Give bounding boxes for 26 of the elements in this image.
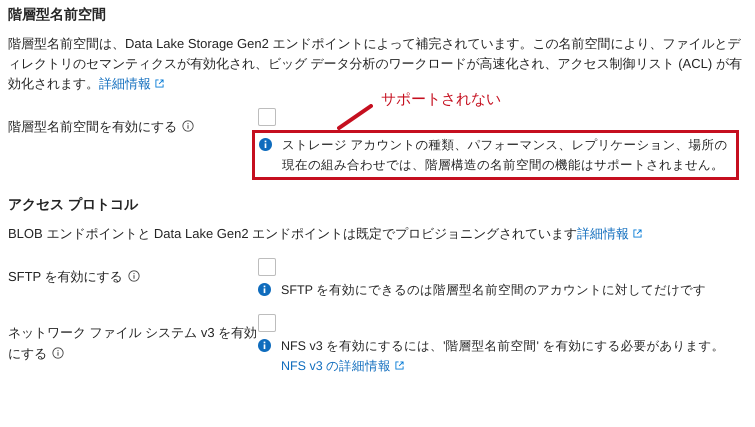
setting-label: 階層型名前空間を有効にする [8, 119, 194, 134]
info-icon [258, 283, 271, 296]
external-link-icon [395, 361, 404, 370]
checkbox[interactable] [258, 108, 276, 126]
info-message: ストレージ アカウントの種類、パフォーマンス、レプリケーション、場所の現在の組み合わせでは、階層構造の名前空間の機能はサポートされません。 [282, 137, 728, 174]
checkbox[interactable] [258, 314, 276, 332]
section-description: 階層型名前空間は、Data Lake Storage Gen2 エンドポイントによって補完されています。この名前空間により、ファイルとディレクトリのセマンティクスが有効化され、ビッグ データ分析のワークロードが高速化され、アクセス制御リスト (ACL) が有効化されます。詳細情報 [8, 35, 743, 92]
section-heading: 階層型名前空間 [8, 5, 107, 24]
learn-more-link[interactable]: 詳細情報 [577, 226, 642, 241]
section-description: BLOB エンドポイントと Data Lake Gen2 エンドポイントは既定でプロビジョニングされています詳細情報 [8, 224, 743, 244]
learn-more-link[interactable]: 詳細情報 [99, 76, 164, 91]
info-icon [128, 270, 140, 282]
learn-more-link[interactable]: NFS v3 の詳細情報 [281, 359, 404, 373]
info-icon [182, 120, 194, 132]
section-heading: アクセス プロトコル [8, 195, 140, 214]
external-link-icon [155, 79, 164, 88]
checkbox[interactable] [258, 258, 276, 276]
setting-label: ネットワーク ファイル システム v3 を有効にする [8, 325, 258, 361]
info-icon [52, 347, 64, 359]
callout-text: サポートされない [381, 90, 501, 109]
setting-label: SFTP を有効にする [8, 269, 140, 284]
external-link-icon [633, 229, 642, 238]
info-icon [258, 339, 271, 352]
info-icon [259, 138, 272, 151]
info-message: NFS v3 を有効にするには、'階層型名前空間' を有効にする必要があります。 NFS v3 の詳細情報 [281, 338, 726, 375]
info-message: SFTP を有効にできるのは階層型名前空間のアカウントに対してだけです [281, 282, 706, 299]
